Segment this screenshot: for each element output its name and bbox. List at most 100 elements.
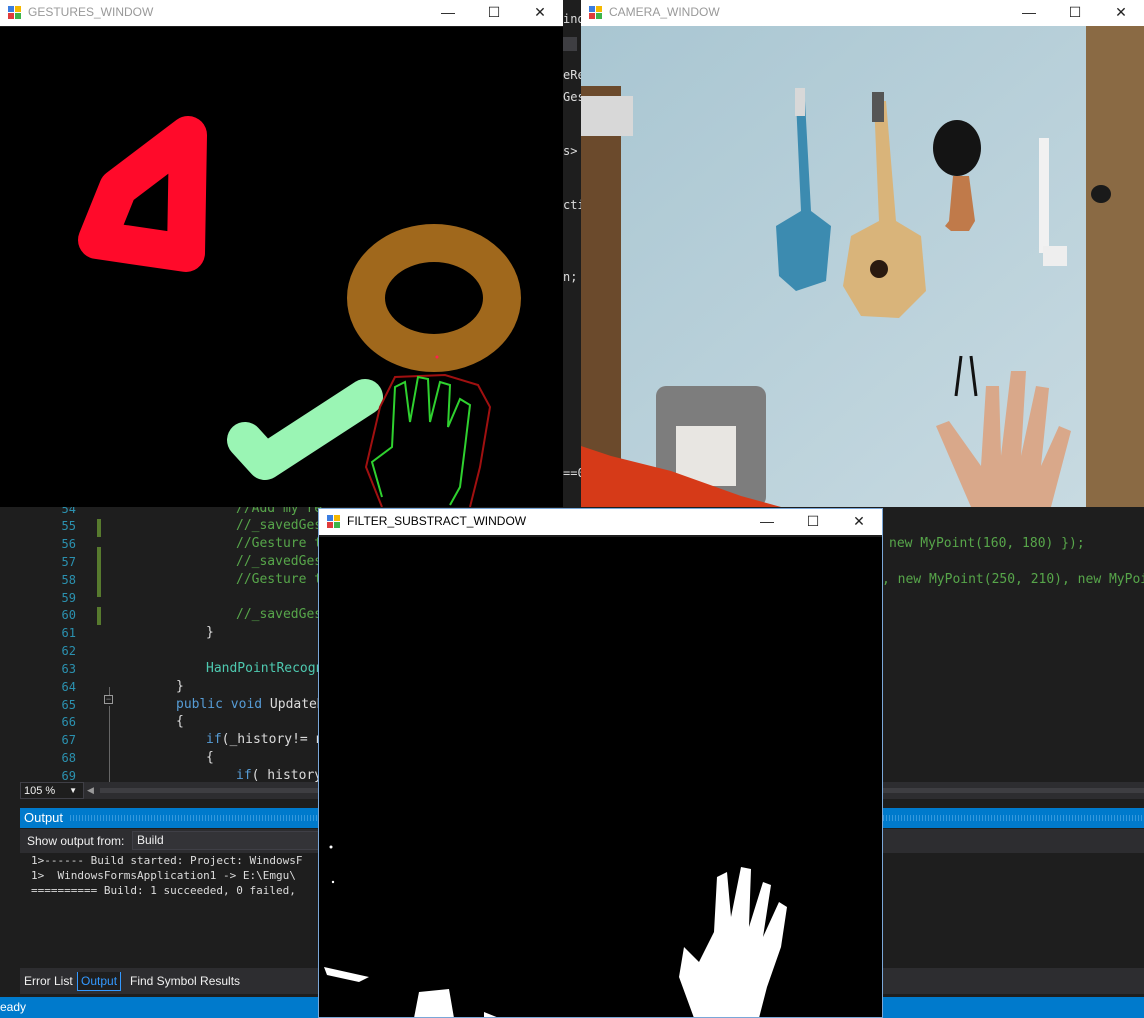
tab-output[interactable]: Output	[77, 972, 122, 991]
zoom-dropdown[interactable]: 105 % ▼	[20, 782, 84, 799]
hand-mask	[679, 867, 787, 1017]
line-number: 58	[61, 573, 76, 587]
line-number: 59	[61, 591, 76, 605]
change-marker	[97, 519, 101, 537]
status-text: eady	[0, 1000, 27, 1014]
line-number: 68	[61, 751, 76, 765]
line-number: 60	[61, 608, 76, 622]
close-button[interactable]: ✕	[836, 509, 882, 535]
change-marker	[97, 607, 101, 625]
foreground-mask	[324, 845, 787, 1017]
line-number: 61	[61, 626, 76, 640]
window-title: CAMERA_WINDOW	[609, 5, 720, 19]
hand-outline-green	[370, 375, 472, 506]
camera-image	[581, 26, 1144, 507]
filter-titlebar[interactable]: FILTER_SUBSTRACT_WINDOW — ☐ ✕	[319, 509, 882, 535]
fold-line	[109, 687, 110, 695]
checkmark-gesture	[227, 379, 383, 480]
app-icon	[8, 6, 21, 19]
fold-line	[109, 706, 110, 782]
keyword: public void	[176, 697, 263, 712]
line-number: 55	[61, 519, 76, 533]
line-number: 69	[61, 769, 76, 782]
code-line: {	[206, 750, 214, 765]
strip-text: indo	[563, 12, 581, 26]
gestures-window[interactable]: GESTURES_WINDOW — ☐ ✕	[0, 0, 563, 507]
code-line: //_savedGes	[236, 518, 323, 533]
strip-text: s>	[563, 144, 578, 158]
code-line: }	[206, 625, 214, 640]
code-line: public void UpdateH	[176, 697, 325, 712]
code-line-tail: new MyPoint(160, 180) });	[889, 536, 1085, 551]
line-number: 62	[61, 644, 76, 658]
output-line: 1> WindowsFormsApplication1 -> E:\Emgu\	[31, 869, 296, 882]
line-number: 63	[61, 662, 76, 676]
code-line: if( history	[236, 768, 322, 782]
chevron-down-icon: ▼	[69, 786, 77, 795]
output-line: 1>------ Build started: Project: Windows…	[31, 854, 303, 867]
line-number: 54	[61, 507, 76, 516]
collapse-toggle[interactable]: −	[104, 695, 113, 704]
app-icon	[327, 515, 340, 528]
strip-text: eRe	[563, 68, 581, 82]
app-icon	[589, 6, 602, 19]
camera-window[interactable]: CAMERA_WINDOW — ☐ ✕	[581, 0, 1144, 507]
filter-mask	[319, 537, 882, 1017]
close-button[interactable]: ✕	[1098, 0, 1144, 26]
line-number: 64	[61, 680, 76, 694]
strip-text: ctio	[563, 198, 581, 212]
keyword: if	[236, 768, 252, 782]
maximize-button[interactable]: ☐	[1052, 0, 1098, 26]
code-text: ( history	[251, 768, 323, 782]
output-source-value: Build	[137, 833, 164, 847]
minimize-button[interactable]: —	[744, 509, 790, 535]
code-line: //Gesture t	[236, 536, 323, 551]
window-title: GESTURES_WINDOW	[28, 5, 154, 19]
camera-titlebar[interactable]: CAMERA_WINDOW — ☐ ✕	[581, 0, 1144, 26]
code-line: HandPointRecogn	[206, 661, 324, 676]
tab-error-list[interactable]: Error List	[21, 972, 76, 990]
output-title-text: Output	[24, 810, 64, 825]
keyword: if	[206, 732, 222, 747]
filter-window[interactable]: FILTER_SUBSTRACT_WINDOW — ☐ ✕	[318, 508, 883, 1018]
code-text: (_history!= n	[221, 732, 324, 747]
zoom-value: 105 %	[24, 785, 56, 797]
code-line: //Add my re	[236, 507, 323, 516]
code-line: //Gesture t	[236, 572, 323, 587]
output-line: ========== Build: 1 succeeded, 0 failed,	[31, 884, 296, 897]
triangle-gesture	[78, 116, 207, 272]
code-line: //_savedGes	[236, 607, 323, 622]
code-line: {	[176, 714, 184, 729]
line-number: 56	[61, 537, 76, 551]
gestures-canvas[interactable]	[0, 27, 563, 507]
code-line: //_savedGes	[236, 554, 323, 569]
maximize-button[interactable]: ☐	[471, 0, 517, 26]
strip-text: ==0	[563, 466, 581, 480]
code-text: UpdateH	[262, 697, 325, 712]
circle-gesture	[347, 224, 521, 372]
code-line: if(_history!= n	[206, 732, 323, 747]
line-number: 57	[61, 555, 76, 569]
gesture-drawing	[78, 116, 521, 507]
line-number: 67	[61, 733, 76, 747]
close-button[interactable]: ✕	[517, 0, 563, 26]
output-source-select[interactable]: Build	[132, 831, 322, 850]
code-line: }	[176, 679, 184, 694]
gestures-titlebar[interactable]: GESTURES_WINDOW — ☐ ✕	[0, 0, 563, 26]
toolbar-icon	[563, 37, 577, 51]
window-title: FILTER_SUBSTRACT_WINDOW	[347, 514, 527, 528]
editor-visible-strip: indo eRe Ges s> ctio n; ==0	[563, 0, 581, 507]
line-number: 65	[61, 698, 76, 712]
strip-text: n;	[563, 270, 578, 284]
minimize-button[interactable]: —	[425, 0, 471, 26]
code-line-tail: , new MyPoint(250, 210), new MyPoin	[882, 572, 1144, 587]
strip-text: Ges	[563, 90, 581, 104]
tab-find-symbol-results[interactable]: Find Symbol Results	[127, 972, 243, 990]
camera-feed	[581, 26, 1144, 507]
line-number: 66	[61, 715, 76, 729]
minimize-button[interactable]: —	[1006, 0, 1052, 26]
change-marker	[97, 547, 101, 597]
show-output-label: Show output from:	[27, 834, 125, 848]
maximize-button[interactable]: ☐	[790, 509, 836, 535]
scroll-left-icon[interactable]: ◀	[87, 785, 94, 796]
